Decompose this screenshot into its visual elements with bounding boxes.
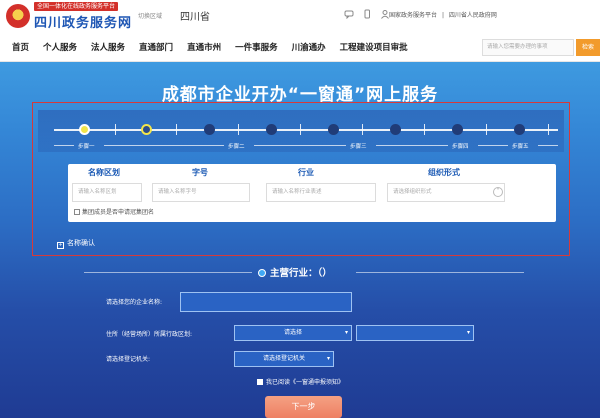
section-title: 主营行业：（） (270, 268, 332, 279)
group-member-checkbox[interactable]: 集团成员是否申请冠集团名 (74, 207, 154, 216)
checkbox-icon[interactable] (74, 209, 80, 215)
nav-item-cities[interactable]: 直通市州 (187, 41, 221, 53)
header-icons (344, 9, 390, 20)
brand-tag: 全国一体化在线政务服务平台 (34, 2, 119, 11)
step-divider (104, 145, 224, 146)
agree-label: 我已阅读《一窗通申报须知》 (266, 379, 345, 386)
chevron-down-icon: ▾ (466, 329, 470, 336)
region-name: 四川省 (180, 12, 210, 23)
checkbox-icon[interactable] (257, 379, 263, 385)
step-divider (376, 145, 448, 146)
next-step-button[interactable]: 下一步 (265, 396, 342, 418)
chevron-down-icon[interactable]: ˅ (493, 187, 503, 197)
main-nav: 首页 个人服务 法人服务 直通部门 直通市州 一件事服务 川渝通办 工程建设项目… (0, 34, 600, 62)
brand-name[interactable]: 四川政务服务网 (34, 12, 132, 31)
progress-tick (424, 124, 425, 135)
national-emblem-icon (6, 4, 30, 28)
section-divider-right (356, 272, 524, 273)
progress-tick (115, 124, 116, 135)
search-input[interactable]: 请输入您需要办理的事项 (482, 39, 574, 56)
step-node-next (141, 124, 152, 135)
nav-item-corporate[interactable]: 法人服务 (91, 41, 125, 53)
phone-icon[interactable] (362, 9, 372, 19)
step-node (452, 124, 463, 135)
section-dot-icon (258, 269, 266, 277)
step-label-5: 步骤五 (512, 144, 529, 150)
link-provincial-government[interactable]: 四川省人民政府网 (449, 12, 497, 19)
step-divider (538, 145, 558, 146)
step-divider (478, 145, 508, 146)
name-word-input[interactable]: 请输入名称字号 (152, 183, 250, 202)
region-switch-link[interactable]: 切换区域 (138, 11, 162, 20)
name-region-input[interactable]: 请输入名称区划 (72, 183, 142, 202)
group-check-label: 集团成员是否申请冠集团名 (82, 209, 155, 216)
step-label-3: 步骤三 (350, 144, 367, 150)
label-name-region: 名称区划 (88, 168, 120, 177)
org-form-select[interactable]: 请选择组织形式 (387, 183, 505, 202)
progress-tick (300, 124, 301, 135)
registry-select[interactable]: 请选择登记机关 ▾ (234, 351, 334, 367)
step-node (204, 124, 215, 135)
step-divider (54, 145, 74, 146)
industry-input[interactable]: 请输入名称行业表述 (266, 183, 376, 202)
link-national-platform[interactable]: 国家政务服务平台 (389, 12, 437, 19)
step-divider (254, 145, 346, 146)
nav-item-departments[interactable]: 直通部门 (139, 41, 173, 53)
header-links: 国家政务服务平台 | 四川省人民政府网 (389, 10, 500, 19)
step-node (514, 124, 525, 135)
progress-tick (362, 124, 363, 135)
company-name-input[interactable] (180, 292, 352, 312)
step-node (328, 124, 339, 135)
step-node (390, 124, 401, 135)
registry-select-value: 请选择登记机关 (262, 355, 305, 362)
search-button[interactable]: 检索 (576, 39, 600, 56)
label-name-word: 字号 (192, 168, 208, 177)
step-label-2: 步骤二 (228, 144, 245, 150)
chevron-down-icon: ▾ (326, 355, 330, 362)
progress-tick (548, 124, 549, 135)
site-header: 全国一体化在线政务服务平台 四川政务服务网 切换区域 四川省 国家政务服务平台 … (0, 0, 600, 34)
progress-tick (176, 124, 177, 135)
progress-tick (238, 124, 239, 135)
nav-item-construction[interactable]: 工程建设项目审批 (340, 41, 408, 53)
nav-item-chuanyu[interactable]: 川渝通办 (292, 41, 326, 53)
step-node-current (79, 124, 90, 135)
nav-item-personal[interactable]: 个人服务 (43, 41, 77, 53)
step-label-1: 步骤一 (78, 144, 95, 150)
address-select-secondary[interactable]: ▾ (356, 325, 474, 341)
company-name-label: 请选择您的企业名称: (106, 299, 163, 306)
address-label: 住所（经营场所）所属行政区划: (106, 331, 193, 338)
agree-checkbox[interactable]: 我已阅读《一窗通申报须知》 (257, 377, 344, 386)
section-divider-left (84, 272, 252, 273)
nav-items: 首页 个人服务 法人服务 直通部门 直通市州 一件事服务 川渝通办 工程建设项目… (12, 41, 422, 53)
nav-item-one-thing[interactable]: 一件事服务 (235, 41, 278, 53)
chat-icon[interactable] (344, 9, 354, 20)
step-node (266, 124, 277, 135)
name-confirm-toggle[interactable]: + 名称确认 (57, 238, 95, 249)
progress-tick (486, 124, 487, 135)
label-industry: 行业 (298, 168, 314, 177)
nav-item-home[interactable]: 首页 (12, 41, 29, 53)
address-select-primary[interactable]: 请选择 ▾ (234, 325, 352, 341)
chevron-down-icon: ▾ (344, 329, 348, 336)
label-org-form: 组织形式 (428, 168, 460, 177)
progress-line (54, 129, 558, 131)
link-separator: | (441, 12, 444, 19)
step-label-4: 步骤四 (452, 144, 469, 150)
plus-icon[interactable]: + (57, 242, 64, 249)
address-select-value: 请选择 (283, 329, 302, 336)
registry-label: 请选择登记机关: (106, 356, 151, 363)
name-confirm-label: 名称确认 (67, 239, 95, 247)
